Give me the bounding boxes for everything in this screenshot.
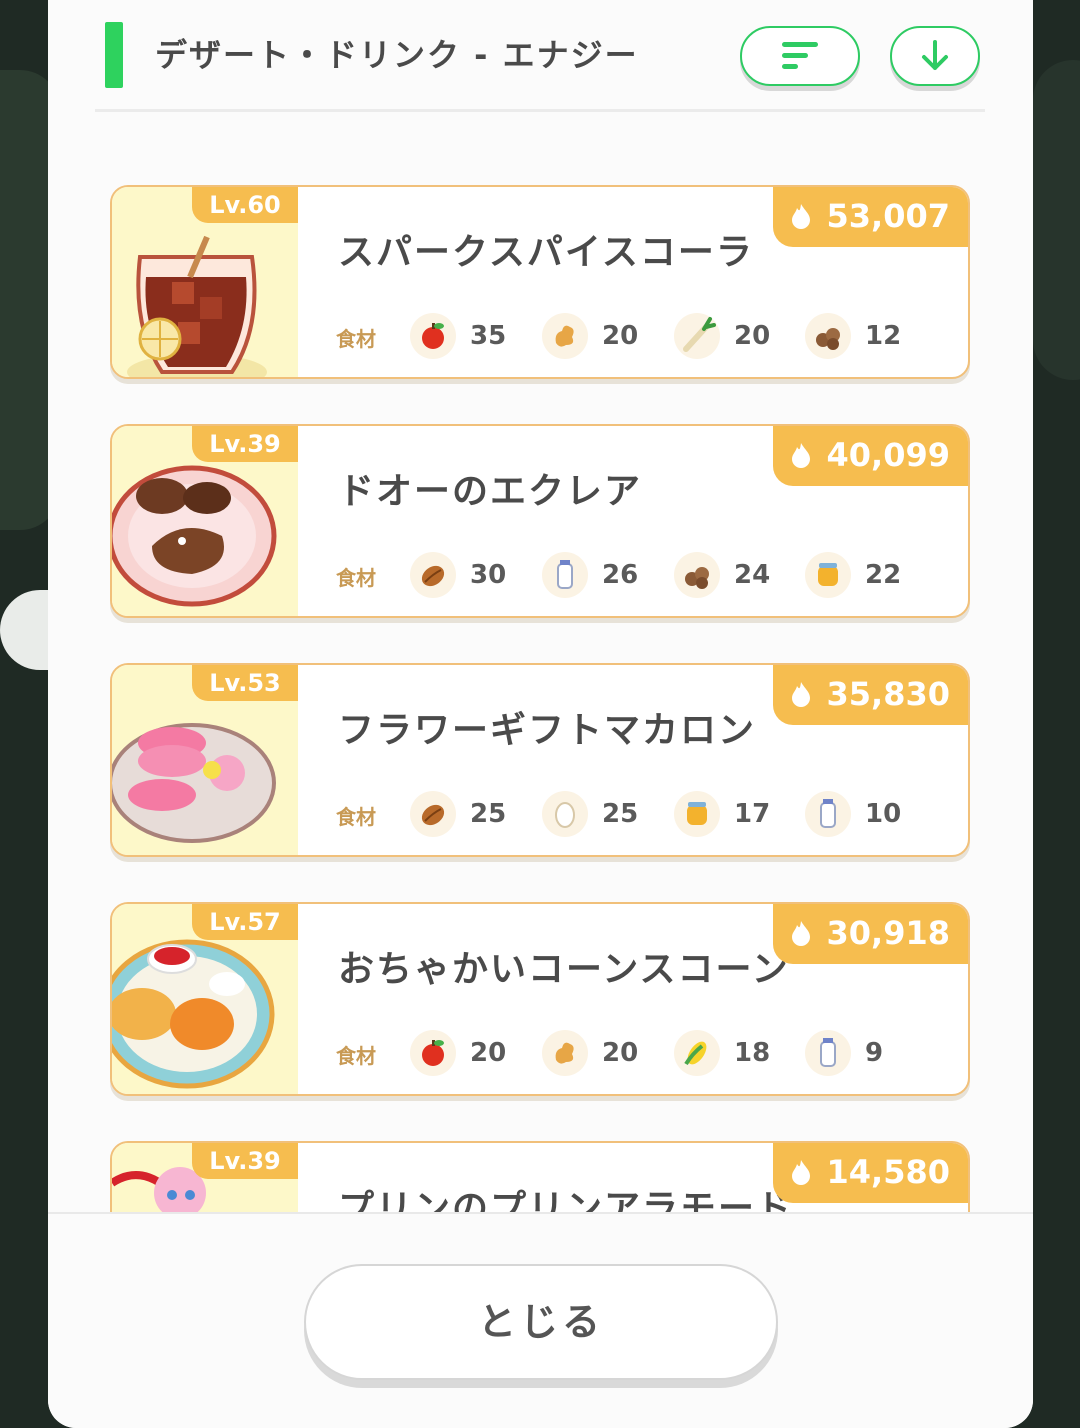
ingredient: 12 (805, 313, 901, 359)
energy-value: 35,830 (826, 675, 950, 713)
panel-header: デザート・ドリンク - エナジー (48, 0, 1033, 112)
recipe-list[interactable]: Lv.60 スパークスパイスコーラ 53,007 食材 35 20 20 12 (48, 112, 1033, 1212)
egg-icon (542, 791, 588, 837)
flame-icon (791, 682, 810, 707)
ingredient: 30 (410, 552, 506, 598)
energy-badge: 35,830 (772, 665, 968, 725)
ingredient: 22 (805, 552, 901, 598)
energy-value: 30,918 (826, 914, 950, 952)
honey-icon (805, 552, 851, 598)
category-accent-bar (105, 22, 123, 88)
sort-button[interactable] (740, 26, 860, 86)
recipe-name: スパークスパイスコーラ (338, 232, 754, 273)
milk-icon (542, 552, 588, 598)
ingredient: 25 (410, 791, 506, 837)
cacao-icon (805, 313, 851, 359)
energy-badge: 53,007 (772, 187, 968, 247)
energy-value: 14,580 (826, 1153, 950, 1191)
flame-icon (791, 1160, 810, 1185)
recipe-name: ドオーのエクレア (338, 471, 643, 512)
recipe-level-badge: Lv.60 (192, 187, 298, 223)
close-button[interactable]: とじる (304, 1264, 778, 1380)
recipe-name: フラワーギフトマカロン (338, 710, 757, 751)
milk-icon (805, 791, 851, 837)
ingredient: 18 (674, 1030, 770, 1076)
cacao-icon (674, 552, 720, 598)
ingredient: 20 (542, 313, 638, 359)
apple-icon (410, 313, 456, 359)
ingredient: 17 (674, 791, 770, 837)
ingredient: 25 (542, 791, 638, 837)
milk-icon (805, 1030, 851, 1076)
recipe-name: おちゃかいコーンスコーン (338, 949, 790, 990)
recipe-name: プリンのプリンアラモード (338, 1188, 795, 1212)
recipe-level-badge: Lv.53 (192, 665, 298, 701)
recipe-card[interactable]: Lv.53 フラワーギフトマカロン 35,830 食材 25 25 17 10 (110, 663, 970, 857)
recipe-card[interactable]: Lv.39 ドオーのエクレア 40,099 食材 30 26 24 22 (110, 424, 970, 618)
recipe-level-badge: Lv.39 (192, 426, 298, 462)
recipe-level-badge: Lv.39 (192, 1143, 298, 1179)
ingredients-label: 食材 (336, 327, 376, 351)
recipe-card[interactable]: Lv.57 おちゃかいコーンスコーン 30,918 食材 20 20 18 9 (110, 902, 970, 1096)
panel-footer: とじる (48, 1212, 1033, 1428)
recipe-list-panel: デザート・ドリンク - エナジー Lv.60 スパークスパイスコーラ 53,00… (48, 0, 1033, 1428)
ingredient: 20 (410, 1030, 506, 1076)
flame-icon (791, 921, 810, 946)
sort-lines-icon (782, 42, 818, 69)
coffee-bean-icon (410, 791, 456, 837)
ingredient: 35 (410, 313, 506, 359)
energy-badge: 40,099 (772, 426, 968, 486)
ingredient: 24 (674, 552, 770, 598)
ingredient: 20 (542, 1030, 638, 1076)
ginger-icon (542, 1030, 588, 1076)
energy-value: 40,099 (826, 436, 950, 474)
ingredients-label: 食材 (336, 566, 376, 590)
ingredient: 20 (674, 313, 770, 359)
download-button[interactable] (890, 26, 980, 86)
flame-icon (791, 204, 810, 229)
ingredients-label: 食材 (336, 1044, 376, 1068)
ginger-icon (542, 313, 588, 359)
recipe-card[interactable]: Lv.39 プリンのプリンアラモード 14,580 (110, 1141, 970, 1212)
flame-icon (791, 443, 810, 468)
ingredients-label: 食材 (336, 805, 376, 829)
arrow-down-icon (922, 40, 948, 70)
honey-icon (674, 791, 720, 837)
recipe-card[interactable]: Lv.60 スパークスパイスコーラ 53,007 食材 35 20 20 12 (110, 185, 970, 379)
leek-icon (674, 313, 720, 359)
ingredient: 9 (805, 1030, 883, 1076)
ingredient: 26 (542, 552, 638, 598)
energy-value: 53,007 (826, 197, 950, 235)
energy-badge: 14,580 (772, 1143, 968, 1203)
recipe-level-badge: Lv.57 (192, 904, 298, 940)
ingredient: 10 (805, 791, 901, 837)
apple-icon (410, 1030, 456, 1076)
energy-badge: 30,918 (772, 904, 968, 964)
coffee-bean-icon (410, 552, 456, 598)
page-title: デザート・ドリンク - エナジー (155, 36, 639, 74)
corn-icon (674, 1030, 720, 1076)
